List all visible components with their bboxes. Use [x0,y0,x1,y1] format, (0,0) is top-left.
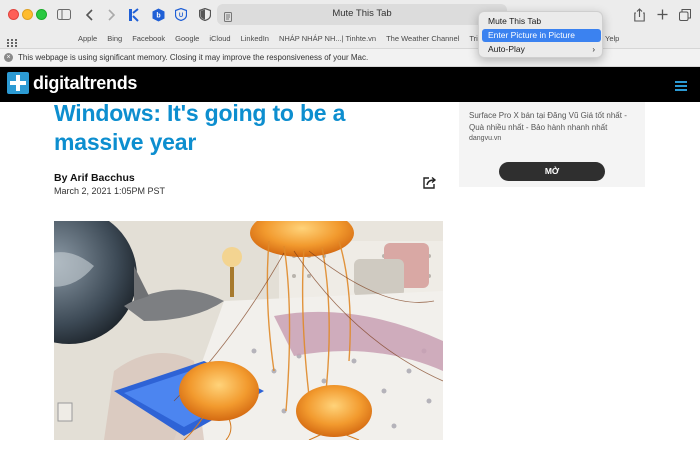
new-tab-icon[interactable] [655,5,669,24]
menu-item-mute-tab[interactable]: Mute This Tab [482,15,601,28]
privacy-shield-icon[interactable] [198,5,212,24]
sidebar-ad[interactable]: Surface Pro X bán tại Đăng Vũ Giá tốt nh… [459,102,645,187]
favorite-yelp[interactable]: Yelp [605,34,619,43]
share-article-icon[interactable] [423,176,437,194]
article-date: March 2, 2021 1:05PM PST [54,186,166,196]
share-toolbar-icon[interactable] [631,5,647,24]
digitaltrends-logo-icon[interactable] [7,72,29,94]
favorite-tinhte[interactable]: NHÁP NHÁP NH...| Tinhte.vn [279,34,376,43]
favorite-icloud[interactable]: iCloud [209,34,230,43]
favorite-weather-channel[interactable]: The Weather Channel [386,34,459,43]
article-headline: Windows: It's going to be a massive year [54,100,346,155]
tab-title: Mute This Tab [332,8,392,19]
forward-icon[interactable] [105,5,117,24]
memory-warning-text: This webpage is using significant memory… [18,53,369,62]
ad-title[interactable]: Surface Pro X bán tại Đăng Vũ Giá tốt nh… [469,110,641,134]
sidebar-icon[interactable] [56,5,72,24]
article-hero-image [54,221,443,440]
close-window-button[interactable] [8,9,19,20]
menu-item-label: Enter Picture in Picture [488,30,575,40]
favorite-facebook[interactable]: Facebook [132,34,165,43]
site-logo-text[interactable]: digitaltrends [33,73,137,94]
tab-context-menu: Mute This Tab Enter Picture in Picture A… [478,11,603,58]
vpn-extension-icon[interactable]: U [174,5,188,24]
menu-item-label: Auto-Play [488,44,525,54]
article-byline[interactable]: By Arif Bacchus [54,172,135,184]
svg-text:b: b [156,12,160,19]
zoom-window-button[interactable] [36,9,47,20]
site-header: digitaltrends [0,67,700,102]
favorites-list: Apple Bing Facebook Google iCloud Linked… [78,34,505,43]
back-icon[interactable] [84,5,96,24]
menu-item-label: Mute This Tab [488,16,542,26]
favorite-apple[interactable]: Apple [78,34,97,43]
favorite-linkedin[interactable]: LinkedIn [241,34,269,43]
address-bar[interactable]: Mute This Tab [217,4,507,25]
tab-overview-icon[interactable] [678,5,692,24]
minimize-window-button[interactable] [22,9,33,20]
ad-domain: dangvu.vn [469,135,502,142]
extension-icon[interactable] [127,5,141,24]
submenu-arrow-icon: › [592,45,595,54]
favorite-google[interactable]: Google [175,34,199,43]
menu-item-picture-in-picture[interactable]: Enter Picture in Picture [482,29,601,42]
ad-open-button[interactable]: MỞ [499,162,605,181]
menu-item-auto-play[interactable]: Auto-Play › [482,43,601,56]
favorite-bing[interactable]: Bing [107,34,122,43]
menu-hamburger-icon[interactable] [675,81,687,93]
svg-text:U: U [179,13,183,19]
close-warning-icon[interactable]: × [4,53,13,62]
shield-extension-icon[interactable]: b [151,5,165,24]
